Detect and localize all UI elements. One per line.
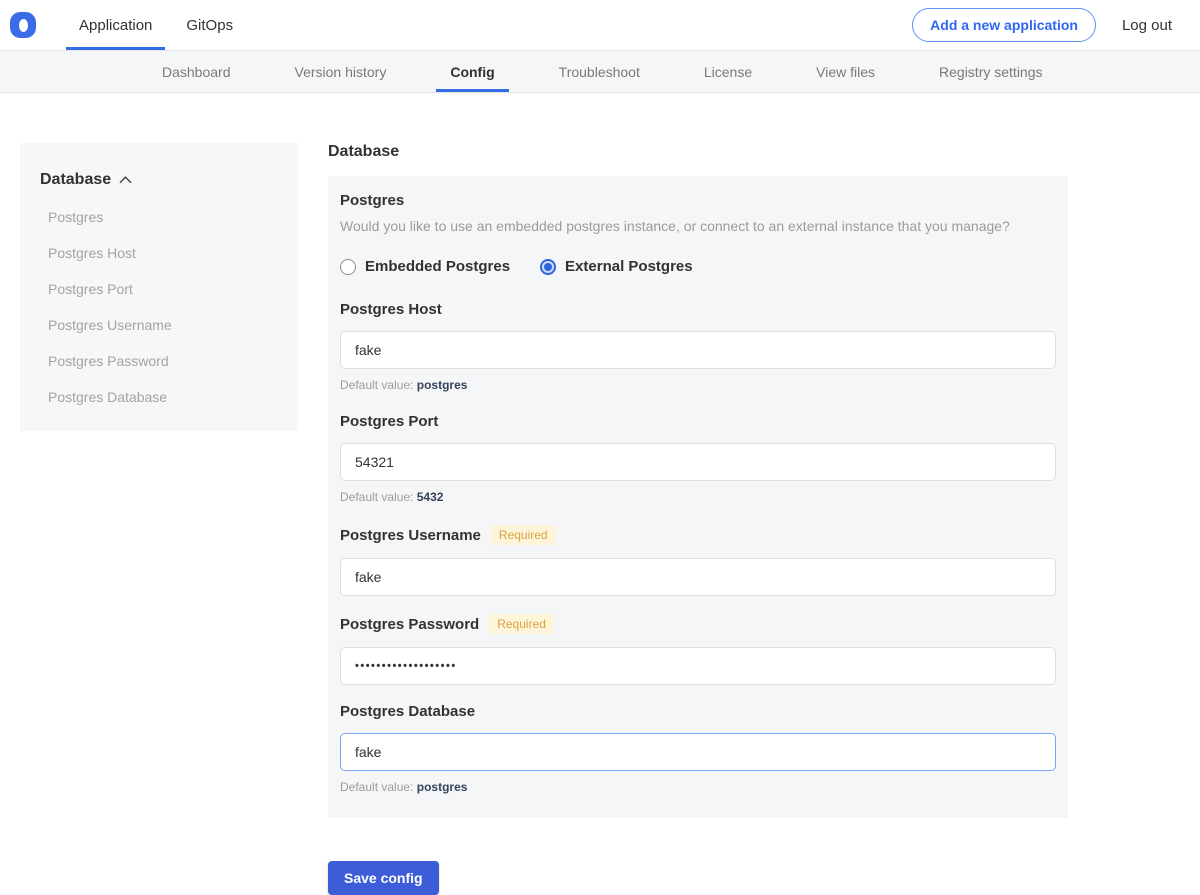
required-badge: Required [489, 614, 554, 634]
main-area: Database Postgres Postgres Host Postgres… [0, 93, 1200, 895]
tab-gitops[interactable]: GitOps [173, 0, 246, 50]
field-label: Postgres Username [340, 527, 481, 544]
config-group-card: Postgres Would you like to use an embedd… [328, 176, 1068, 818]
replicated-logo-icon [10, 12, 36, 38]
logo-wrap [10, 0, 36, 50]
subnav-dashboard[interactable]: Dashboard [148, 51, 245, 92]
postgres-username-input[interactable] [340, 558, 1056, 596]
tab-application[interactable]: Application [66, 0, 165, 50]
chevron-up-icon [119, 176, 132, 184]
field-postgres-port: Postgres Port Default value: 5432 [340, 413, 1056, 504]
field-postgres-username: Postgres Username Required [340, 525, 1056, 596]
sidebar-item-postgres-database[interactable]: Postgres Database [40, 389, 278, 405]
field-label: Postgres Host [340, 301, 442, 318]
subnav-troubleshoot[interactable]: Troubleshoot [545, 51, 654, 92]
default-value-line: Default value: 5432 [340, 490, 1056, 504]
sidebar-group-database[interactable]: Database [40, 171, 278, 189]
default-value-line: Default value: postgres [340, 780, 1056, 794]
subnav-license[interactable]: License [690, 51, 766, 92]
subnav-registry-settings[interactable]: Registry settings [925, 51, 1056, 92]
group-title-postgres: Postgres [340, 192, 1056, 209]
radio-embedded-label: Embedded Postgres [365, 258, 510, 275]
postgres-radio-group: Embedded Postgres External Postgres [340, 258, 1056, 275]
sidebar-item-list: Postgres Postgres Host Postgres Port Pos… [40, 209, 278, 405]
logout-link[interactable]: Log out [1122, 17, 1172, 34]
subnav-version-history[interactable]: Version history [281, 51, 401, 92]
radio-external-postgres[interactable]: External Postgres [540, 258, 693, 275]
radio-selected-icon [540, 259, 556, 275]
top-tabs: Application GitOps [66, 0, 254, 50]
sidebar-item-postgres-host[interactable]: Postgres Host [40, 245, 278, 261]
logo-hole [19, 19, 28, 32]
radio-unselected-icon [340, 259, 356, 275]
postgres-port-input[interactable] [340, 443, 1056, 481]
field-postgres-database: Postgres Database Default value: postgre… [340, 703, 1056, 794]
page-title: Database [328, 143, 1068, 161]
default-value: postgres [417, 378, 468, 392]
field-label: Postgres Database [340, 703, 475, 720]
default-value: postgres [417, 780, 468, 794]
postgres-host-input[interactable] [340, 331, 1056, 369]
config-sidebar: Database Postgres Postgres Host Postgres… [20, 143, 298, 431]
add-new-application-button[interactable]: Add a new application [912, 8, 1096, 42]
group-help-text: Would you like to use an embedded postgr… [340, 218, 1056, 234]
top-right: Add a new application Log out [912, 0, 1172, 50]
sidebar-item-postgres[interactable]: Postgres [40, 209, 278, 225]
subnav-view-files[interactable]: View files [802, 51, 889, 92]
required-badge: Required [491, 525, 556, 545]
default-value-line: Default value: postgres [340, 378, 1056, 392]
save-config-button[interactable]: Save config [328, 861, 439, 895]
radio-external-label: External Postgres [565, 258, 693, 275]
config-content: Database Postgres Would you like to use … [328, 143, 1068, 895]
subnav-config[interactable]: Config [436, 51, 508, 92]
radio-embedded-postgres[interactable]: Embedded Postgres [340, 258, 510, 275]
sidebar-item-postgres-username[interactable]: Postgres Username [40, 317, 278, 333]
field-postgres-password: Postgres Password Required [340, 614, 1056, 685]
sidebar-item-postgres-password[interactable]: Postgres Password [40, 353, 278, 369]
sidebar-group-label: Database [40, 171, 111, 189]
postgres-database-input[interactable] [340, 733, 1056, 771]
field-label: Postgres Port [340, 413, 438, 430]
top-nav: Application GitOps Add a new application… [0, 0, 1200, 51]
postgres-password-input[interactable] [340, 647, 1056, 685]
field-label: Postgres Password [340, 616, 479, 633]
sidebar-item-postgres-port[interactable]: Postgres Port [40, 281, 278, 297]
default-value: 5432 [417, 490, 444, 504]
app-subnav: Dashboard Version history Config Trouble… [0, 51, 1200, 93]
field-postgres-host: Postgres Host Default value: postgres [340, 301, 1056, 392]
